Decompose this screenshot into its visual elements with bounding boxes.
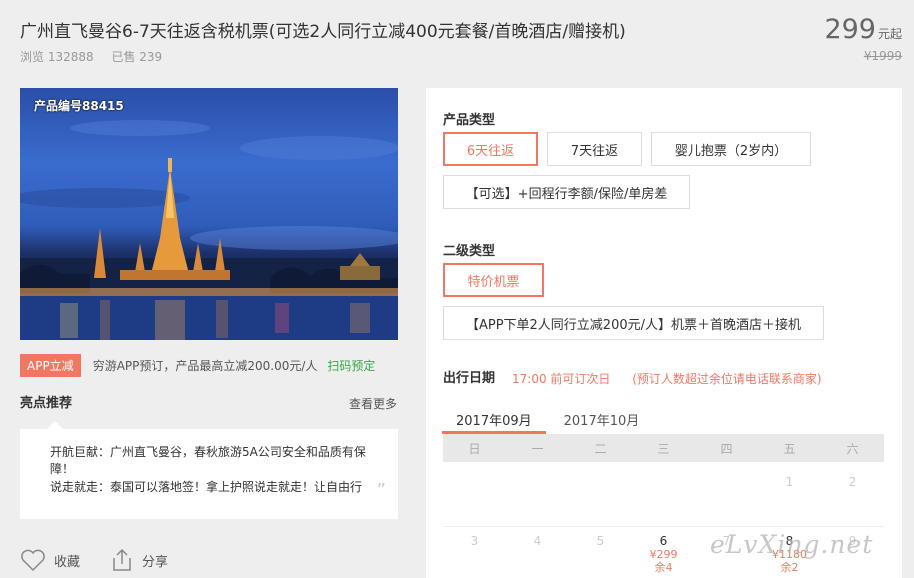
month-tabs: 2017年09月 2017年10月 (442, 404, 884, 434)
favorite-button[interactable]: 收藏 (20, 548, 80, 572)
travel-date-label: 出行日期 (443, 371, 496, 386)
calendar-day (632, 475, 695, 489)
calendar-day: 3 (470, 534, 479, 548)
option-special-ticket[interactable]: 特价机票 (443, 263, 544, 297)
share-icon (113, 548, 131, 571)
calendar-day: 5 (596, 534, 605, 548)
calendar-day: 2 (848, 475, 857, 489)
option-extras[interactable]: 【可选】+回程行李额/保险/单房差 (443, 175, 690, 209)
calendar-divider (443, 526, 884, 527)
date-note: 17:00 前可订次日 (预订人数超过余位请电话联系商家) (512, 370, 840, 387)
price-box: 299 元起 ¥1999 (824, 14, 902, 63)
product-stats: 浏览 132888 已售 239 (20, 48, 176, 65)
calendar-day: 4 (533, 534, 542, 548)
app-discount-row: APP立减 穷游APP预订，产品最高立减200.00元/人 扫码预定 (20, 354, 398, 377)
favorite-label: 收藏 (54, 554, 81, 570)
highlight-line-2: 说走就走：泰国可以落地签！拿上护照说走就走！让自由行 (50, 480, 363, 494)
share-button[interactable]: 分享 (110, 548, 168, 572)
weekday-header: 日 一 二 三 四 五 六 (443, 434, 884, 462)
product-type-label: 产品类型 (443, 113, 496, 128)
highlights-notch (47, 421, 63, 429)
share-label: 分享 (142, 554, 169, 570)
weekday-sun: 日 (468, 441, 481, 456)
weekday-thu: 四 (720, 441, 733, 456)
contact-note: (预订人数超过余位请电话联系商家) (632, 372, 822, 386)
sold-count: 已售 239 (111, 50, 163, 64)
tab-month-oct[interactable]: 2017年10月 (550, 404, 654, 434)
cutoff-note: 17:00 前可订次日 (512, 372, 611, 386)
price-value: 299 (824, 14, 876, 45)
calendar-day (569, 475, 632, 489)
calendar-day (506, 475, 569, 489)
sub-type-label: 二级类型 (443, 244, 496, 259)
weekday-wed: 三 (657, 441, 670, 456)
calendar-day: 1 (785, 475, 794, 489)
product-image[interactable]: 产品编号88415 (20, 88, 398, 340)
option-6-day[interactable]: 6天往返 (443, 132, 538, 166)
highlights-title: 亮点推荐 (20, 396, 73, 411)
option-infant[interactable]: 婴儿抱票（2岁内） (651, 132, 811, 166)
product-title: 广州直飞曼谷6-7天往返含税机票(可选2人同行立减400元套餐/首晚酒店/赠接机… (20, 22, 626, 42)
view-more-link[interactable]: 查看更多 (349, 395, 397, 412)
tab-month-sep[interactable]: 2017年09月 (442, 404, 546, 434)
calendar-day (443, 475, 506, 489)
option-app-package[interactable]: 【APP下单2人同行立减200元/人】机票＋首晚酒店＋接机 (443, 306, 824, 340)
day-price: ¥299 (649, 548, 678, 561)
day-seats-left: 余4 (654, 561, 673, 574)
action-bar: 收藏 分享 (20, 548, 198, 572)
booking-panel: 产品类型 6天往返 7天往返 婴儿抱票（2岁内） 【可选】+回程行李额/保险/单… (426, 88, 902, 578)
original-price: ¥1999 (863, 49, 902, 63)
weekday-sat: 六 (846, 441, 859, 456)
option-7-day[interactable]: 7天往返 (547, 132, 642, 166)
calendar-day-available[interactable]: 6 ¥299 余4 (632, 534, 695, 574)
price-unit: 元起 (877, 27, 902, 41)
product-code: 产品编号88415 (34, 99, 124, 113)
calendar-day (695, 475, 758, 489)
weekday-mon: 一 (531, 441, 544, 456)
view-count: 浏览 132888 (20, 50, 94, 64)
scan-to-book-link[interactable]: 扫码预定 (327, 357, 375, 374)
app-discount-text: 穷游APP预订，产品最高立减200.00元/人 (92, 359, 318, 373)
quote-mark: ” (376, 480, 386, 501)
day-seats-left: 余2 (780, 561, 799, 574)
weekday-fri: 五 (783, 441, 796, 456)
heart-icon (21, 549, 45, 572)
highlights-box: 开航巨献：广州直飞曼谷，春秋旅游5A公司安全和品质有保障！ 说走就走：泰国可以落… (20, 421, 398, 519)
watermark: eLvXing.net (710, 530, 874, 559)
weekday-tue: 二 (594, 441, 607, 456)
app-discount-badge: APP立减 (20, 354, 81, 377)
calendar-week-1: 1 2 (443, 475, 884, 489)
highlight-line-1: 开航巨献：广州直飞曼谷，春秋旅游5A公司安全和品质有保障！ (50, 445, 366, 476)
